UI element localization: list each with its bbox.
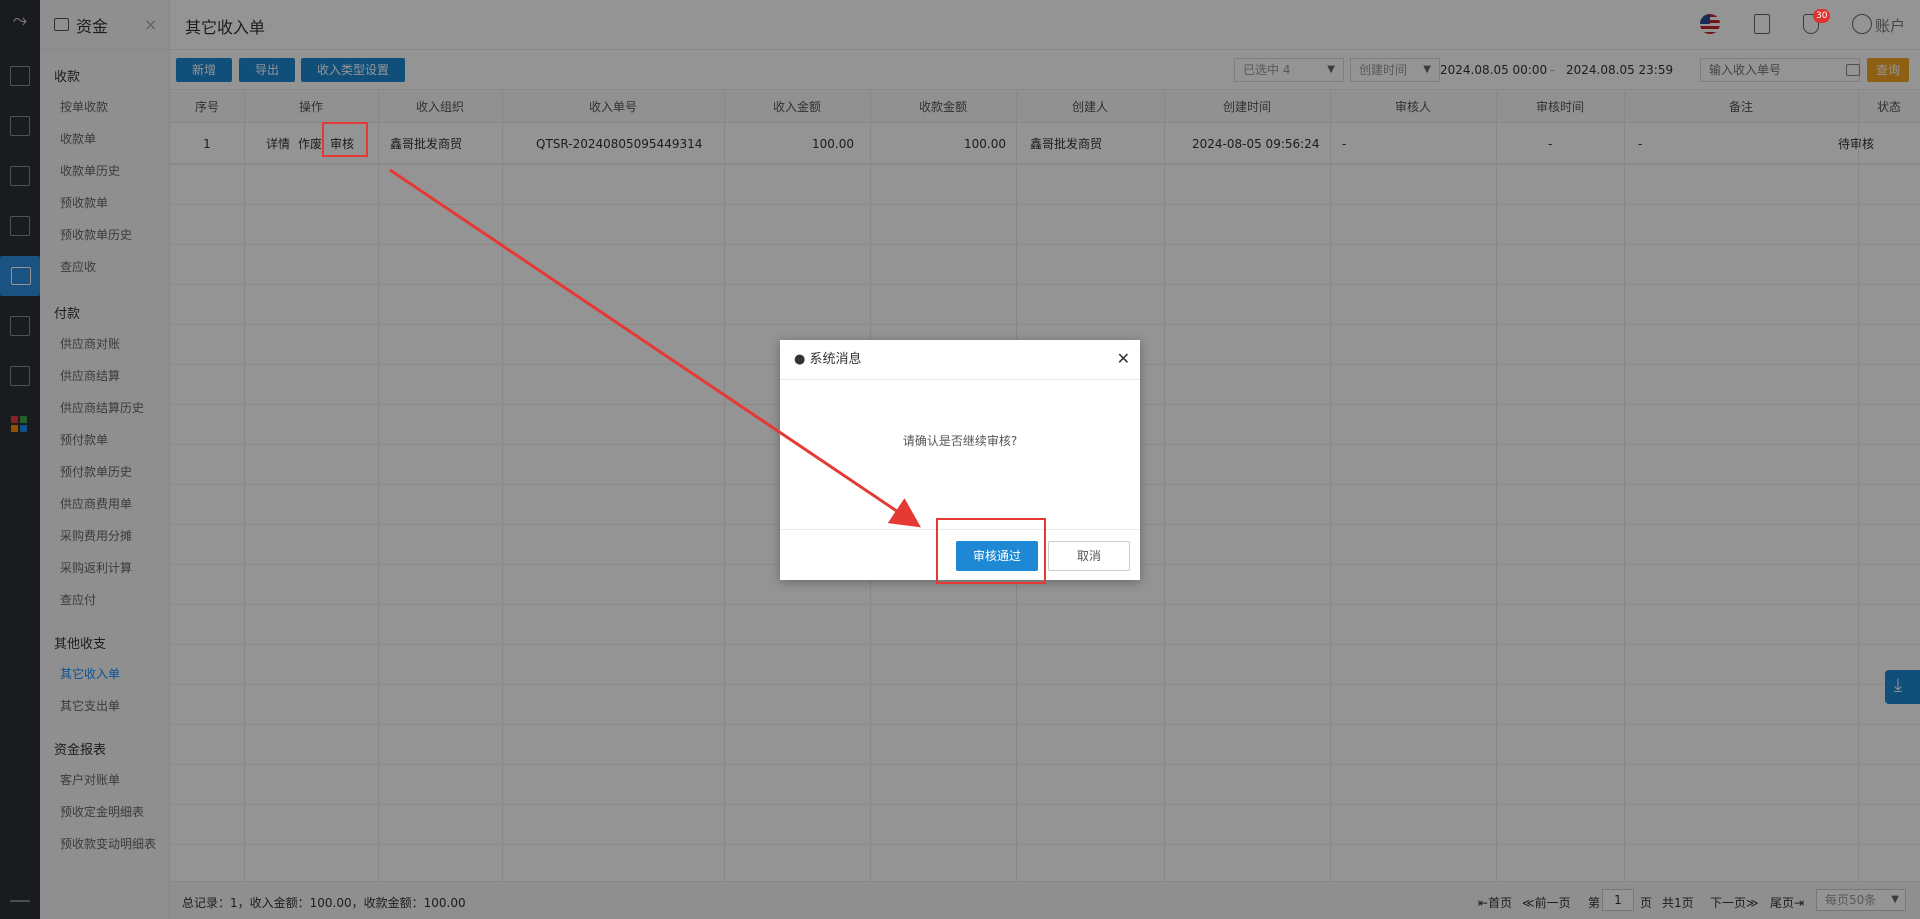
dialog-message: 请确认是否继续审核?	[902, 434, 1018, 448]
notification-badge: 30	[1813, 9, 1831, 23]
close-icon[interactable]: ✕	[1117, 349, 1130, 368]
audit-link-highlight	[322, 122, 368, 157]
approve-button-highlight	[936, 518, 1046, 584]
dialog-title: ● 系统消息	[780, 340, 1140, 380]
account-label[interactable]: 账户	[1875, 15, 1905, 36]
cancel-button[interactable]: 取消	[1048, 541, 1130, 571]
